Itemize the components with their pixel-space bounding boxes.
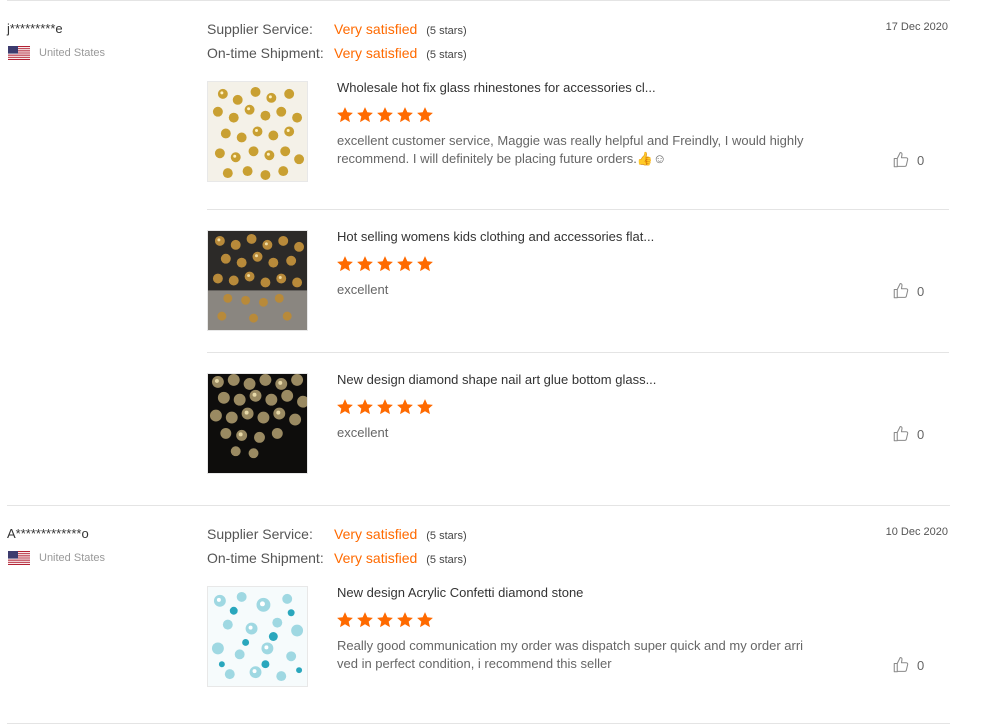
shipment-rating: On-time Shipment: Very satisfied (5 star… (207, 45, 467, 61)
star-icon (337, 256, 353, 272)
rating-label: On-time Shipment: (207, 550, 324, 566)
supplier-service-rating: Supplier Service: Very satisfied (5 star… (207, 21, 467, 37)
star-icon (417, 256, 433, 272)
like-button[interactable]: 0 (892, 425, 924, 443)
like-button[interactable]: 0 (892, 151, 924, 169)
us-flag-icon (8, 46, 30, 60)
item-star-rating (336, 106, 434, 124)
star-icon (397, 399, 413, 415)
star-icon (337, 399, 353, 415)
star-icon (357, 612, 373, 628)
thumbs-up-icon (893, 656, 909, 673)
review-comment: excellent (337, 424, 837, 442)
star-icon (417, 612, 433, 628)
like-count: 0 (917, 152, 925, 168)
rating-stars-text: (5 stars) (426, 530, 467, 542)
buyer-name: j*********e (7, 21, 63, 36)
comment-line: excellent (337, 425, 389, 440)
review-date: 17 Dec 2020 (885, 21, 948, 33)
rating-label: Supplier Service: (207, 21, 313, 37)
star-icon (417, 399, 433, 415)
item-star-rating (336, 398, 434, 416)
thumbs-up-icon (893, 282, 909, 299)
country-name: United States (39, 47, 106, 59)
thumbs-up-icon (893, 425, 909, 442)
comment-line: excellent (337, 282, 389, 297)
supplier-service-rating: Supplier Service: Very satisfied (5 star… (207, 526, 467, 542)
star-icon (357, 399, 373, 415)
blue-confetti-stones (208, 587, 307, 686)
product-title-link[interactable]: Hot selling womens kids clothing and acc… (337, 229, 654, 244)
like-button[interactable]: 0 (892, 656, 924, 674)
star-icon (397, 107, 413, 123)
comment-line: excellent customer service, Maggie was r… (337, 133, 804, 148)
star-icon (357, 107, 373, 123)
star-icon (337, 612, 353, 628)
review-comment: Really good communication my order was d… (337, 637, 837, 673)
like-button[interactable]: 0 (892, 282, 924, 300)
item-divider (207, 352, 949, 353)
comment-line: ved in perfect condition, i recommend th… (337, 656, 612, 671)
review-divider (7, 723, 950, 724)
like-count: 0 (917, 657, 925, 673)
item-divider (207, 209, 949, 210)
rating-label: On-time Shipment: (207, 45, 324, 61)
review-divider (7, 505, 950, 506)
star-icon (397, 612, 413, 628)
product-thumbnail[interactable] (207, 586, 308, 687)
review-comment: excellent customer service, Maggie was r… (337, 132, 837, 168)
rating-stars-text: (5 stars) (426, 25, 467, 37)
star-icon (417, 107, 433, 123)
buyer-country: United States (8, 551, 105, 565)
gold-rhinestones-light (208, 82, 307, 181)
rating-stars-text: (5 stars) (426, 554, 467, 566)
review-comment: excellent (337, 281, 837, 299)
star-icon (377, 399, 393, 415)
rating-stars-text: (5 stars) (426, 49, 467, 61)
star-icon (377, 107, 393, 123)
star-icon (357, 256, 373, 272)
star-icon (397, 256, 413, 272)
star-icon (377, 256, 393, 272)
product-thumbnail[interactable] (207, 81, 308, 182)
rating-value: Very satisfied (334, 21, 418, 37)
gold-rhinestones-black (208, 374, 307, 473)
gold-rhinestones-dark (208, 231, 307, 330)
like-count: 0 (917, 283, 925, 299)
thumbs-up-icon (893, 151, 909, 168)
us-flag-icon (8, 551, 30, 565)
product-thumbnail[interactable] (207, 373, 308, 474)
star-icon (337, 107, 353, 123)
like-count: 0 (917, 426, 925, 442)
buyer-name: A*************o (7, 526, 89, 541)
product-title-link[interactable]: New design diamond shape nail art glue b… (337, 372, 656, 387)
product-title-link[interactable]: New design Acrylic Confetti diamond ston… (337, 585, 583, 600)
rating-label: Supplier Service: (207, 526, 313, 542)
rating-value: Very satisfied (334, 45, 418, 61)
buyer-country: United States (8, 46, 105, 60)
product-title-link[interactable]: Wholesale hot fix glass rhinestones for … (337, 80, 656, 95)
country-name: United States (39, 552, 106, 564)
comment-line: Really good communication my order was d… (337, 638, 804, 653)
product-thumbnail[interactable] (207, 230, 308, 331)
item-star-rating (336, 611, 434, 629)
review-divider (7, 0, 950, 1)
item-star-rating (336, 255, 434, 273)
rating-value: Very satisfied (334, 550, 418, 566)
review-date: 10 Dec 2020 (885, 526, 948, 538)
comment-line: recommend. I will definitely be placing … (337, 151, 667, 166)
star-icon (377, 612, 393, 628)
shipment-rating: On-time Shipment: Very satisfied (5 star… (207, 550, 467, 566)
rating-value: Very satisfied (334, 526, 418, 542)
